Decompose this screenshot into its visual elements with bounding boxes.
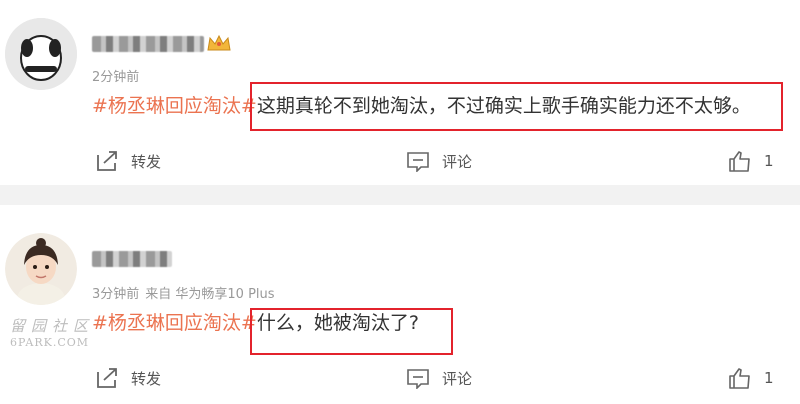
comment-meta: 2分钟前 — [92, 66, 145, 85]
comment-time: 3分钟前 — [92, 287, 140, 302]
topic-link[interactable]: #杨丞琳回应淘汰# — [92, 312, 257, 334]
comment-label: 评论 — [442, 369, 473, 388]
comment-button[interactable]: 评论 — [406, 150, 472, 172]
highlight-box — [250, 82, 783, 131]
crown-icon — [206, 34, 232, 56]
share-icon — [97, 151, 117, 171]
comment-time: 2分钟前 — [92, 70, 140, 85]
highlight-box — [250, 308, 453, 355]
watermark: 留园社区 6PARK.COM — [10, 315, 94, 349]
repost-button[interactable]: 转发 — [95, 367, 161, 389]
watermark-url: 6PARK.COM — [10, 336, 90, 349]
like-count: 1 — [764, 369, 774, 387]
topic-link[interactable]: #杨丞琳回应淘汰# — [92, 95, 257, 117]
comment-source: 来自 华为畅享10 Plus — [145, 287, 275, 302]
like-button[interactable]: 1 — [728, 366, 774, 390]
watermark-text: 留园社区 — [10, 317, 95, 335]
comment-meta: 3分钟前 来自 华为畅享10 Plus — [92, 283, 281, 302]
avatar[interactable] — [5, 233, 77, 305]
username[interactable] — [92, 251, 172, 267]
share-icon — [97, 368, 117, 388]
comment-button[interactable]: 评论 — [406, 367, 472, 389]
post-card: 3分钟前 来自 华为畅享10 Plus #杨丞琳回应淘汰#什么，她被淘汰了? 转发… — [0, 205, 800, 404]
repost-label: 转发 — [131, 152, 162, 171]
like-count: 1 — [764, 152, 774, 170]
post-divider — [0, 185, 800, 205]
comment-label: 评论 — [442, 152, 473, 171]
avatar[interactable] — [5, 18, 77, 90]
repost-label: 转发 — [131, 369, 162, 388]
thumbs-up-icon — [729, 368, 750, 389]
like-button[interactable]: 1 — [728, 149, 774, 173]
comment-icon — [407, 369, 429, 389]
post-card: 2分钟前 #杨丞琳回应淘汰#这期真轮不到她淘汰，不过确实上歌手确实能力还不太够。… — [0, 0, 800, 185]
thumbs-up-icon — [729, 151, 750, 172]
comment-icon — [407, 152, 429, 172]
repost-button[interactable]: 转发 — [95, 150, 161, 172]
username[interactable] — [92, 36, 204, 52]
